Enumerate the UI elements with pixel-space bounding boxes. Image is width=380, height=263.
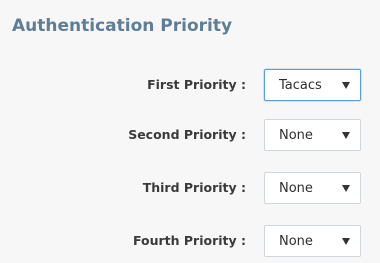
fourth-priority-label: Fourth Priority : <box>132 233 246 248</box>
first-priority-row: First Priority : Tacacs <box>0 69 380 101</box>
authentication-priority-panel: Authentication Priority First Priority :… <box>0 0 380 263</box>
caret-down-icon <box>342 185 350 192</box>
caret-down-icon <box>342 238 350 245</box>
third-priority-select[interactable]: None <box>264 172 361 204</box>
second-priority-value: None <box>279 128 313 143</box>
third-priority-value: None <box>279 181 313 196</box>
first-priority-label: First Priority : <box>147 77 246 92</box>
third-priority-label: Third Priority : <box>142 180 246 195</box>
first-priority-value: Tacacs <box>279 78 322 93</box>
second-priority-label: Second Priority : <box>128 127 246 142</box>
fourth-priority-value: None <box>279 234 313 249</box>
caret-down-icon <box>342 82 350 89</box>
fourth-priority-select[interactable]: None <box>264 225 361 257</box>
second-priority-row: Second Priority : None <box>0 119 380 151</box>
caret-down-icon <box>342 132 350 139</box>
fourth-priority-row: Fourth Priority : None <box>0 225 380 257</box>
second-priority-select[interactable]: None <box>264 119 361 151</box>
section-title: Authentication Priority <box>12 16 233 36</box>
third-priority-row: Third Priority : None <box>0 172 380 204</box>
first-priority-select[interactable]: Tacacs <box>264 69 361 101</box>
